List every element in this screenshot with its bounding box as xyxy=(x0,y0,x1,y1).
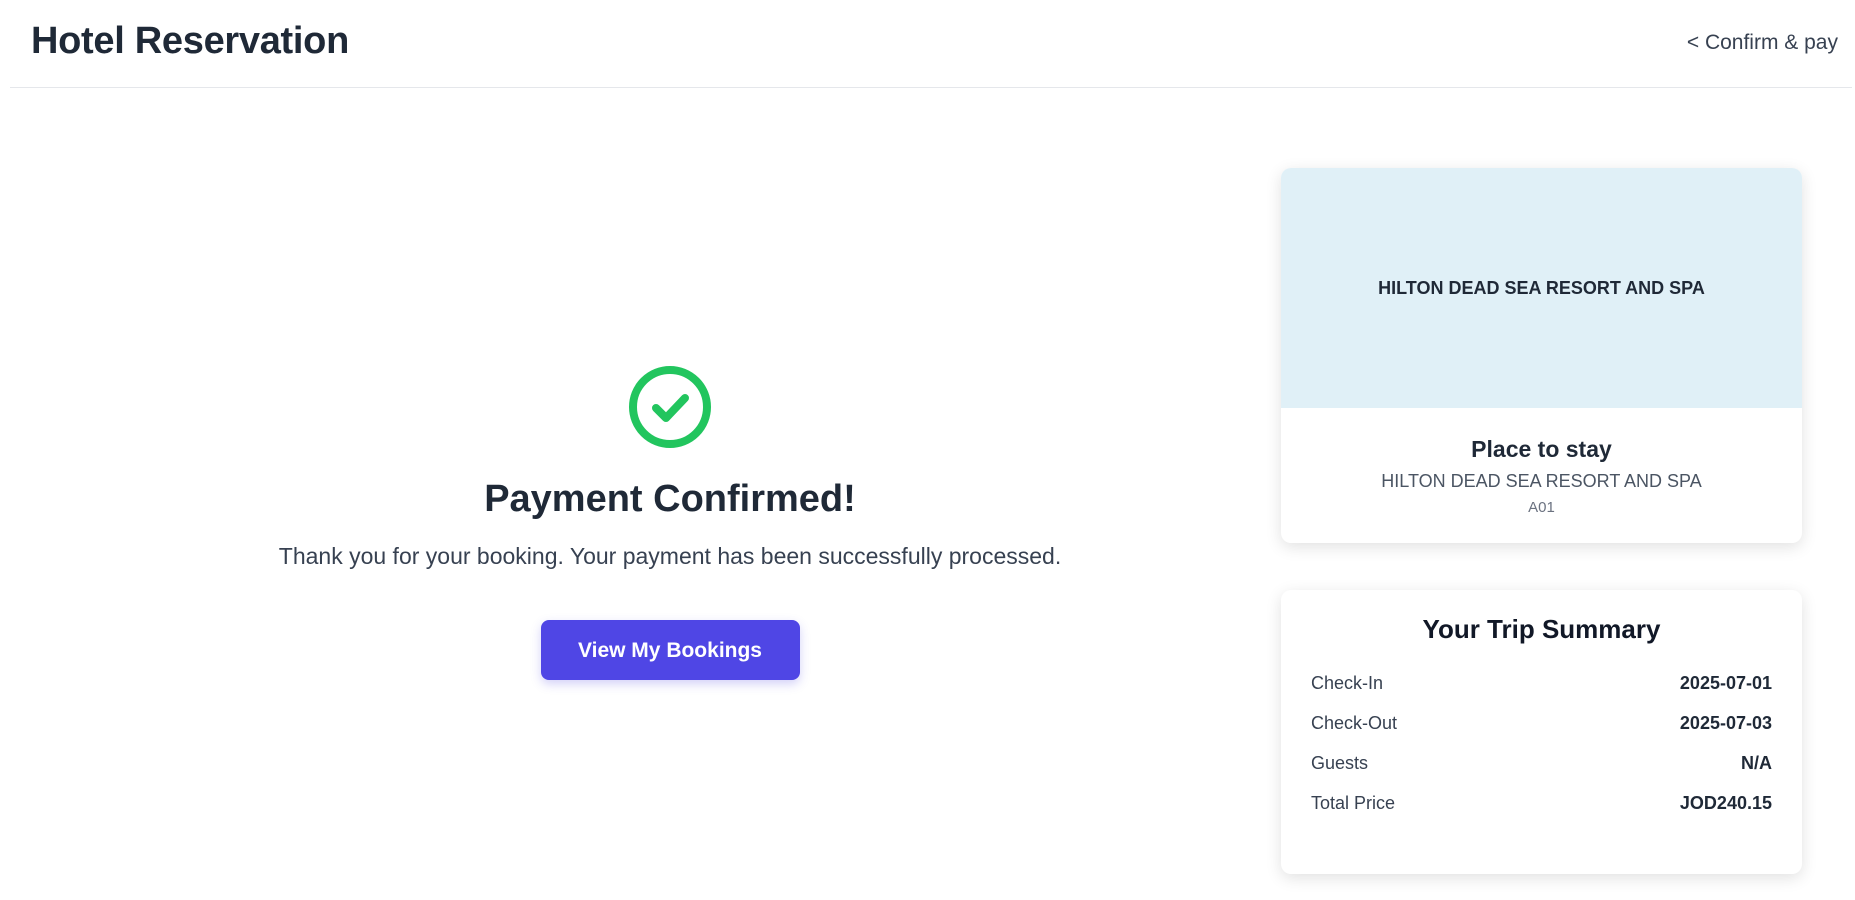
app-title: Hotel Reservation xyxy=(31,20,349,62)
hotel-image-placeholder: HILTON DEAD SEA RESORT AND SPA xyxy=(1281,168,1802,408)
check-circle-icon xyxy=(629,366,711,448)
summary-value: N/A xyxy=(1741,752,1772,773)
summary-row-guests: Guests N/A xyxy=(1311,743,1772,783)
summary-row-check-in: Check-In 2025-07-01 xyxy=(1311,663,1772,703)
banner-hotel-name: HILTON DEAD SEA RESORT AND SPA xyxy=(1378,277,1705,298)
summary-row-check-out: Check-Out 2025-07-03 xyxy=(1311,703,1772,743)
trip-summary-title: Your Trip Summary xyxy=(1422,614,1661,644)
summary-row-total-price: Total Price JOD240.15 xyxy=(1311,783,1772,823)
summary-value: 2025-07-03 xyxy=(1679,712,1772,733)
summary-label: Guests xyxy=(1311,752,1369,773)
back-to-confirm-pay-link[interactable]: < Confirm & pay xyxy=(1687,31,1838,55)
summary-value: JOD240.15 xyxy=(1679,792,1772,813)
summary-label: Total Price xyxy=(1311,792,1396,813)
confirmation-message: Thank you for your booking. Your payment… xyxy=(278,543,1062,569)
summary-label: Check-In xyxy=(1311,672,1384,693)
summary-value: 2025-07-01 xyxy=(1679,672,1772,693)
hotel-card: HILTON DEAD SEA RESORT AND SPA Place to … xyxy=(1281,168,1802,543)
confirmation-title: Payment Confirmed! xyxy=(484,478,856,520)
place-to-stay-heading: Place to stay xyxy=(1471,436,1612,462)
top-bar: Hotel Reservation < Confirm & pay xyxy=(10,0,1852,88)
main-content: Payment Confirmed! Thank you for your bo… xyxy=(0,89,1260,900)
room-code: A01 xyxy=(1528,499,1555,516)
view-my-bookings-button[interactable]: View My Bookings xyxy=(540,620,800,680)
trip-summary-card: Your Trip Summary Check-In 2025-07-01 Ch… xyxy=(1281,590,1802,874)
hotel-name: HILTON DEAD SEA RESORT AND SPA xyxy=(1381,471,1702,491)
summary-label: Check-Out xyxy=(1311,712,1398,733)
hotel-info: Place to stay HILTON DEAD SEA RESORT AND… xyxy=(1281,408,1802,516)
payment-confirmation: Payment Confirmed! Thank you for your bo… xyxy=(170,364,1170,680)
